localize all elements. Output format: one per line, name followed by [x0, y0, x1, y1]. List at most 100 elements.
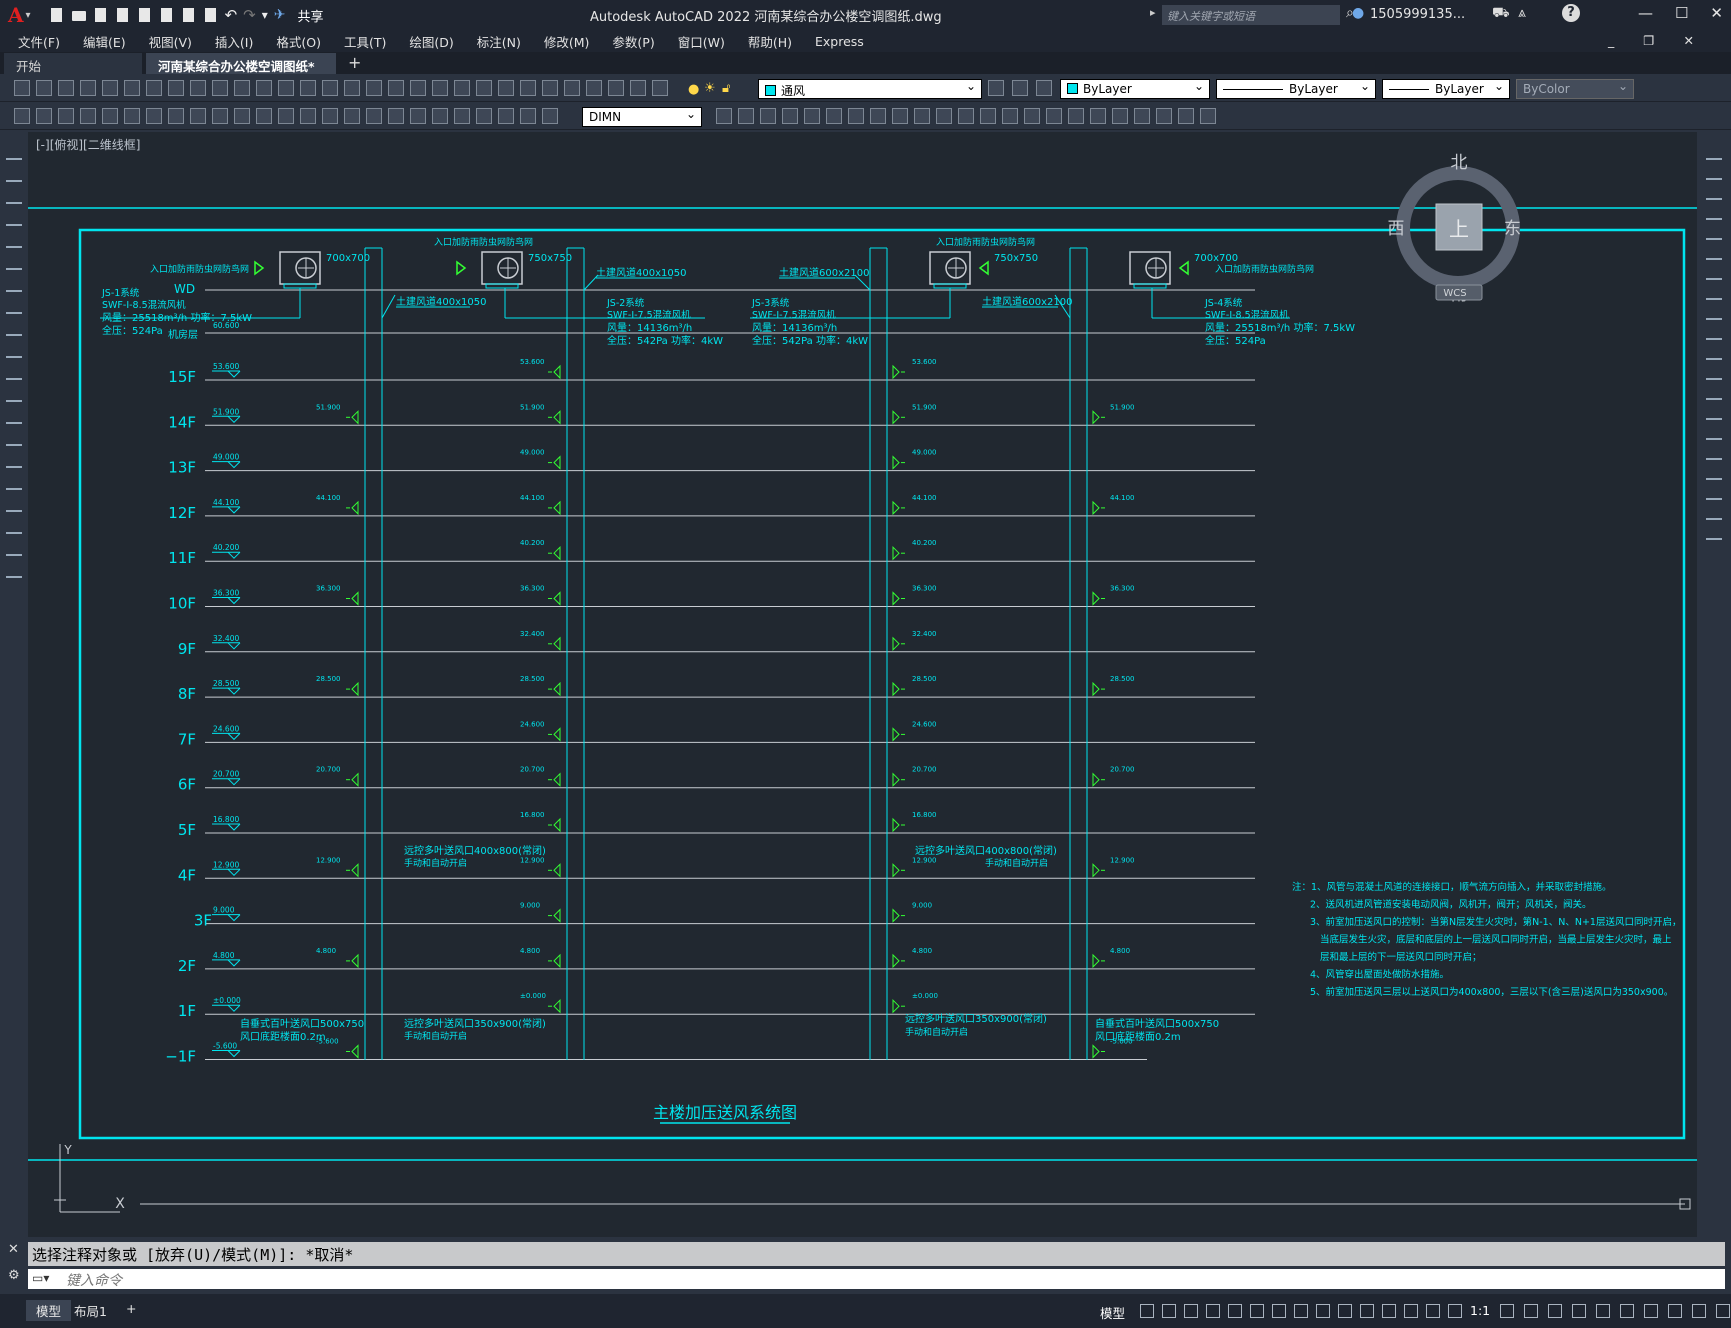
customize-qat-icon[interactable]: ▾ [262, 8, 268, 22]
menu-modify[interactable]: 修改(M) [544, 32, 590, 51]
draw-tool-icon[interactable] [6, 190, 22, 204]
draw-tool-icon[interactable] [6, 322, 22, 336]
draw-tool-icon[interactable] [6, 168, 22, 182]
status-toggle-icon[interactable] [1426, 1304, 1440, 1318]
layer-on-icon[interactable]: ● [688, 82, 699, 97]
dimension-tool-icon[interactable] [256, 108, 272, 124]
layer-dropdown[interactable]: 通风 [758, 79, 982, 99]
draw-tool-icon[interactable] [6, 300, 22, 314]
status-toggle-icon[interactable] [1382, 1304, 1396, 1318]
menu-insert[interactable]: 插入(I) [215, 32, 253, 51]
dimension-tool-icon[interactable] [168, 108, 184, 124]
modify-tool-icon[interactable] [1706, 306, 1722, 320]
dimension-tool-icon[interactable] [782, 108, 798, 124]
open-icon[interactable] [71, 7, 87, 23]
draw-tool-icon[interactable] [6, 344, 22, 358]
draw-tool-icon[interactable] [6, 146, 22, 160]
viewcube-north[interactable]: 北 [1451, 153, 1468, 173]
menu-help[interactable]: 帮助(H) [748, 32, 792, 51]
dimension-tool-icon[interactable] [300, 108, 316, 124]
dimension-tool-icon[interactable] [454, 108, 470, 124]
dimension-tool-icon[interactable] [826, 108, 842, 124]
draw-tool-icon[interactable] [6, 278, 22, 292]
dimension-tool-icon[interactable] [14, 108, 30, 124]
viewcube[interactable]: 上 北 南 西 东 WCS [1376, 146, 1524, 316]
undo-icon[interactable]: ↶ [225, 6, 238, 24]
dimstyle-dropdown[interactable]: DIMN [582, 107, 702, 127]
standard-tool-icon[interactable] [124, 80, 140, 96]
status-tool-icon[interactable] [1548, 1304, 1562, 1318]
linetype-dropdown[interactable]: ByLayer [1216, 79, 1376, 99]
draw-tool-icon[interactable] [6, 366, 22, 380]
viewcube-east[interactable]: 东 [1504, 219, 1521, 239]
dimension-tool-icon[interactable] [124, 108, 140, 124]
standard-tool-icon[interactable] [652, 80, 668, 96]
status-toggle-icon[interactable] [1316, 1304, 1330, 1318]
draw-tool-icon[interactable] [6, 410, 22, 424]
user-icon[interactable]: ● [1352, 5, 1364, 21]
modify-tool-icon[interactable] [1706, 506, 1722, 520]
model-space-toggle[interactable]: 模型 [1100, 1303, 1125, 1322]
dimension-tool-icon[interactable] [848, 108, 864, 124]
modify-tool-icon[interactable] [1706, 326, 1722, 340]
dimension-tool-icon[interactable] [738, 108, 754, 124]
status-toggle-icon[interactable] [1250, 1304, 1264, 1318]
standard-tool-icon[interactable] [322, 80, 338, 96]
draw-tool-icon[interactable] [6, 388, 22, 402]
share-icon[interactable]: ✈ [274, 7, 286, 23]
status-toggle-icon[interactable] [1206, 1304, 1220, 1318]
dimension-tool-icon[interactable] [476, 108, 492, 124]
dimension-tool-icon[interactable] [1068, 108, 1084, 124]
status-toggle-icon[interactable] [1140, 1304, 1154, 1318]
app-menu-arrow-icon[interactable]: ▾ [26, 10, 31, 21]
standard-tool-icon[interactable] [146, 80, 162, 96]
status-tool-icon[interactable] [1524, 1304, 1538, 1318]
tab-start[interactable]: 开始 [4, 53, 142, 74]
modify-tool-icon[interactable] [1706, 426, 1722, 440]
dimension-tool-icon[interactable] [1200, 108, 1216, 124]
dimension-tool-icon[interactable] [1134, 108, 1150, 124]
standard-tool-icon[interactable] [256, 80, 272, 96]
annotation-scale[interactable]: 1:1 [1470, 1303, 1490, 1318]
dimension-tool-icon[interactable] [936, 108, 952, 124]
modify-tool-icon[interactable] [1706, 246, 1722, 260]
layer-tool-icon[interactable] [988, 80, 1004, 96]
status-tool-icon[interactable] [1668, 1304, 1682, 1318]
dimension-tool-icon[interactable] [190, 108, 206, 124]
standard-tool-icon[interactable] [102, 80, 118, 96]
user-account[interactable]: 1505999135... [1370, 7, 1465, 22]
dimension-tool-icon[interactable] [1178, 108, 1194, 124]
dimension-tool-icon[interactable] [1024, 108, 1040, 124]
dimension-tool-icon[interactable] [410, 108, 426, 124]
dimension-tool-icon[interactable] [520, 108, 536, 124]
draw-tool-icon[interactable] [6, 256, 22, 270]
status-tool-icon[interactable] [1716, 1304, 1730, 1318]
dimension-tool-icon[interactable] [1046, 108, 1062, 124]
viewport-controls[interactable]: [-][俯视][二维线框] [36, 136, 140, 153]
modify-tool-icon[interactable] [1706, 406, 1722, 420]
standard-tool-icon[interactable] [58, 80, 74, 96]
menu-view[interactable]: 视图(V) [149, 32, 192, 51]
modify-tool-icon[interactable] [1706, 486, 1722, 500]
dimension-tool-icon[interactable] [278, 108, 294, 124]
doc-close-icon[interactable]: ✕ [1684, 33, 1700, 48]
export-icon[interactable] [159, 7, 175, 23]
new-icon[interactable] [49, 7, 65, 23]
status-toggle-icon[interactable] [1294, 1304, 1308, 1318]
close-icon[interactable]: ✕ [1710, 4, 1723, 22]
save-icon[interactable] [93, 7, 109, 23]
dimension-tool-icon[interactable] [432, 108, 448, 124]
dimension-tool-icon[interactable] [804, 108, 820, 124]
dimension-tool-icon[interactable] [388, 108, 404, 124]
standard-tool-icon[interactable] [432, 80, 448, 96]
modify-tool-icon[interactable] [1706, 146, 1722, 160]
status-toggle-icon[interactable] [1184, 1304, 1198, 1318]
draw-tool-icon[interactable] [6, 498, 22, 512]
layer-tool-icon[interactable] [1012, 80, 1028, 96]
status-tool-icon[interactable] [1500, 1304, 1514, 1318]
publish-icon[interactable] [181, 7, 197, 23]
status-toggle-icon[interactable] [1162, 1304, 1176, 1318]
standard-tool-icon[interactable] [608, 80, 624, 96]
modify-tool-icon[interactable] [1706, 526, 1722, 540]
command-close-icon[interactable]: ✕ [8, 1242, 19, 1257]
